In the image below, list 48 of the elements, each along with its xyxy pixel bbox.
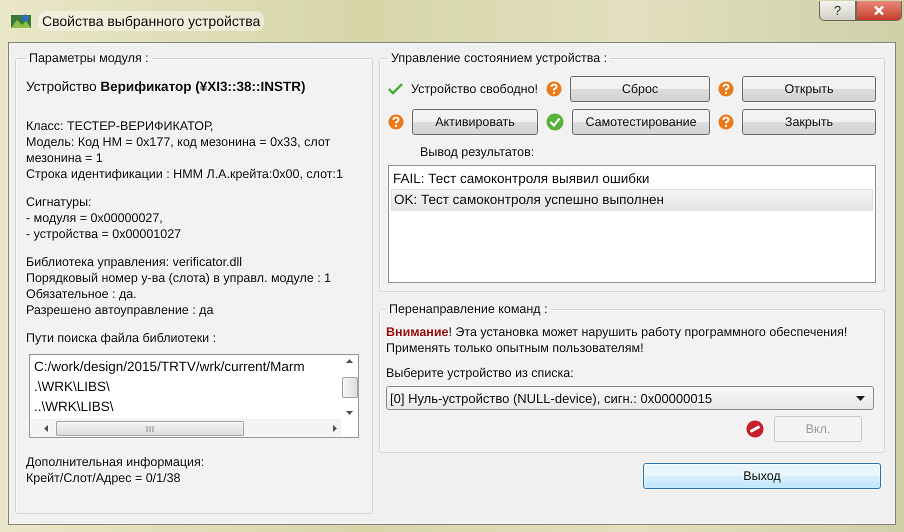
exit-button[interactable]: Выход xyxy=(643,463,881,489)
paths-label: Пути поиска файла библиотеки : xyxy=(26,330,218,346)
dropdown-arrow-icon[interactable] xyxy=(856,396,865,400)
info-line: Разрешено автоуправление : да xyxy=(26,302,214,318)
action-button[interactable]: Сброс xyxy=(570,76,710,102)
scroll-right-icon[interactable] xyxy=(333,425,337,432)
info-line: Библиотека управления: verificator.dll xyxy=(26,254,244,270)
warning-text: Внимание! Эта установка может нарушить работу программного обеспечения! Применять только опытным пользователям! xyxy=(386,324,848,356)
close-icon xyxy=(873,5,885,16)
panel-title: Параметры модуля : xyxy=(28,51,150,65)
panel-title: Управление состоянием устройства : xyxy=(390,51,608,65)
grip-icon xyxy=(146,426,154,432)
forbidden-icon xyxy=(746,420,764,438)
close-button[interactable] xyxy=(856,1,902,21)
device-name: Устройство Верификатор (¥XI3::38::INSTR) xyxy=(26,79,307,94)
horizontal-scrollbar[interactable] xyxy=(30,419,341,437)
action-button[interactable]: Активировать xyxy=(412,109,538,135)
info-line: Обязательное : да. xyxy=(26,286,138,302)
result-item[interactable]: FAIL: Тест самоконтроля выявил ошибки xyxy=(391,169,873,189)
help-button[interactable]: ? xyxy=(819,1,856,21)
info-line: Строка идентификации : НММ Л.А.крейта:0x00, слот:1 xyxy=(26,166,344,182)
panel-title: Перенаправление команд : xyxy=(388,302,549,316)
info-line: Крейт/Слот/Адрес = 0/1/38 xyxy=(26,470,182,486)
action-button[interactable]: Закрыть xyxy=(742,109,876,135)
path-item[interactable]: .\WRK\LIBS\ xyxy=(34,377,337,397)
results-label: Вывод результатов: xyxy=(420,145,536,159)
info-line: - устройства = 0x00001027 xyxy=(26,226,182,242)
action-button[interactable]: Открыть xyxy=(742,76,876,102)
info-line: Дополнительная информация: xyxy=(26,454,206,470)
result-item[interactable]: OK: Тест самоконтроля успешно выполнен xyxy=(391,189,873,211)
path-item[interactable]: ..\WRK\LIBS\ xyxy=(34,397,337,417)
window-title: Свойства выбранного устройства xyxy=(38,11,264,31)
info-line: Модель: Код НМ = 0x177, код мезонина = 0x33, слот мезонина = 1 xyxy=(26,134,332,166)
path-item[interactable]: C:/work/design/2015/TRTV/wrk/current/Marm xyxy=(34,357,337,377)
action-button[interactable]: Самотестирование xyxy=(572,109,710,135)
info-line: Сигнатуры: xyxy=(26,194,93,210)
checkmark-icon xyxy=(388,82,403,96)
device-dropdown[interactable]: [0] Нуль-устройство (NULL-device), сигн.: 0x00000015 xyxy=(386,386,874,410)
scroll-left-icon[interactable] xyxy=(44,425,48,432)
info-line: Класс: ТЕСТЕР-ВЕРИФИКАТОР, xyxy=(26,118,214,134)
app-icon xyxy=(10,12,32,30)
paths-list[interactable]: C:/work/design/2015/TRTV/wrk/current/Marm .\WRK\LIBS\ ..\WRK\LIBS\ xyxy=(29,354,359,438)
info-line: Порядковый номер у-ва (слота) в управл. модуле : 1 xyxy=(26,270,332,286)
scroll-down-icon[interactable] xyxy=(346,411,353,415)
select-label: Выберите устройство из списка: xyxy=(386,366,575,380)
info-line: - модуля = 0x00000027, xyxy=(26,210,164,226)
status-text: Устройство свободно! xyxy=(410,82,538,96)
scroll-up-icon[interactable] xyxy=(346,359,353,363)
